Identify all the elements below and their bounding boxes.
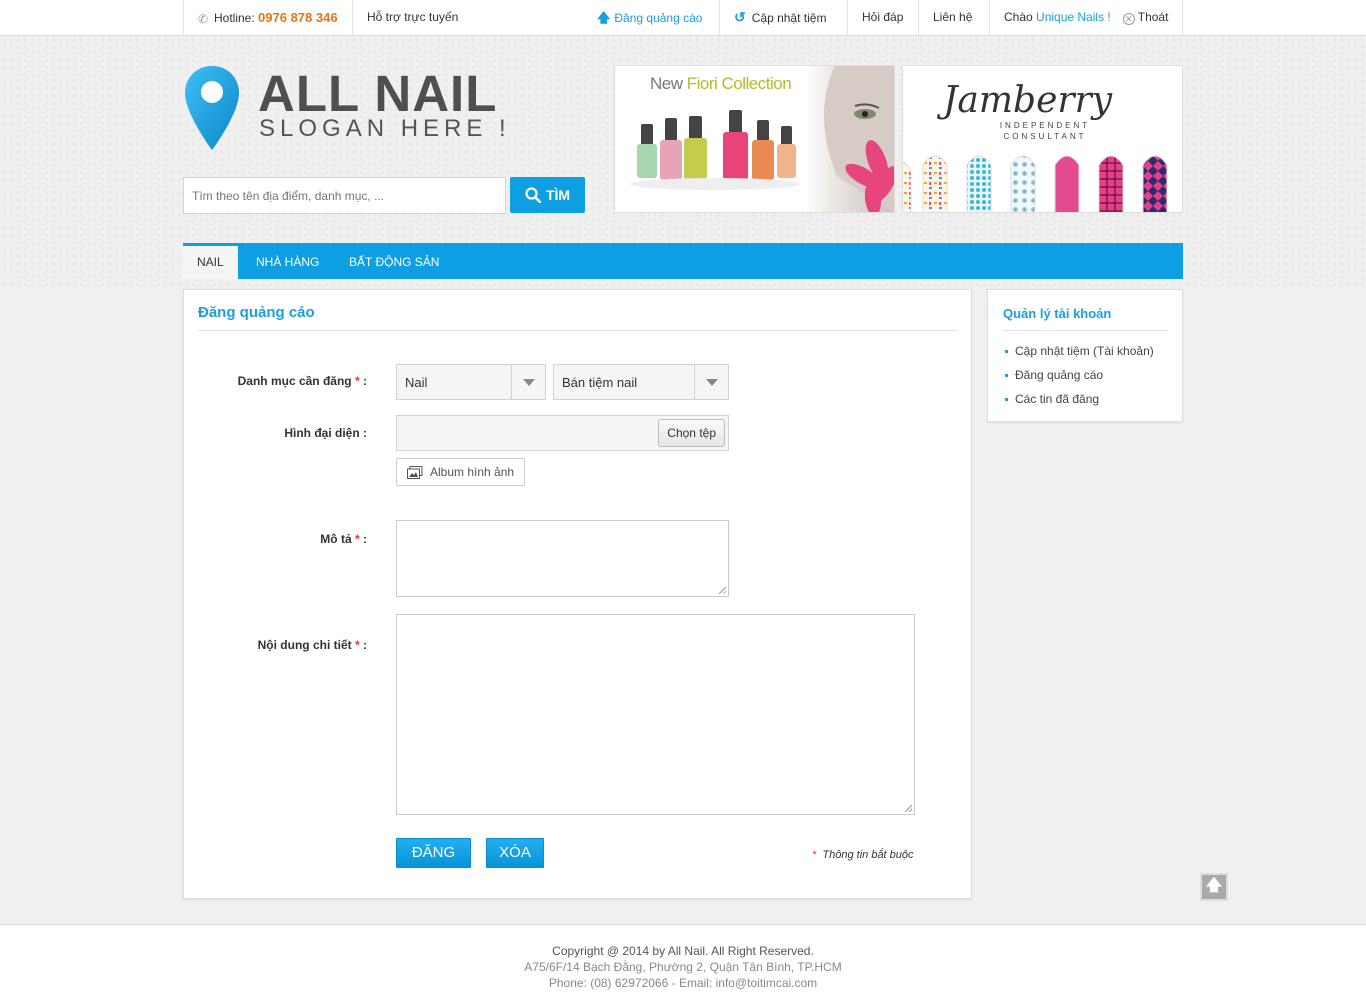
subcategory-select[interactable]: Bán tiệm nail (553, 364, 729, 400)
update-store-link[interactable]: ↺ Cập nhật tiệm (719, 0, 840, 35)
post-ad-link[interactable]: 🡅 Đăng quảng cáo (583, 0, 716, 35)
back-to-top-button[interactable]: 🡅 (1200, 873, 1228, 901)
faq-link[interactable]: Hỏi đáp (847, 0, 917, 35)
logo-title[interactable]: ALL NAIL (258, 66, 497, 122)
sidebar-link-post-ad[interactable]: Đăng quảng cáo (1004, 368, 1103, 382)
required-note-text: Thông tin bắt buộc (822, 849, 914, 861)
search-button[interactable]: TÌM (510, 177, 585, 213)
choose-file-button[interactable]: Chọn tệp (658, 419, 725, 447)
post-ad-form-panel: Đăng quảng cáo Danh mục cần đăng * : Nai… (183, 289, 972, 899)
banner-jamberry[interactable]: Jamberry INDEPENDENT CONSULTANT (902, 65, 1183, 213)
nav-item-nail[interactable]: NAIL (183, 243, 238, 279)
divider (198, 330, 957, 331)
avatar-file-input[interactable]: Chọn tệp (396, 415, 729, 451)
nail-wraps-image (903, 151, 1182, 212)
banner-fiori-collection[interactable]: New Fiori Collection (614, 65, 895, 213)
label-colon: : (363, 374, 367, 388)
contact-link[interactable]: Liên hệ (918, 0, 986, 35)
detail-textarea[interactable] (396, 614, 915, 815)
nav-item-restaurant[interactable]: NHÀ HÀNG (242, 243, 333, 279)
required-mark: * (354, 374, 360, 388)
avatar-label: Hình đại diện : (284, 426, 367, 440)
greeting-text: Chào (1004, 10, 1033, 24)
support-link[interactable]: Hỗ trợ trực tuyến (352, 0, 472, 35)
category-select[interactable]: Nail (396, 364, 546, 400)
album-button[interactable]: Album hình ảnh (396, 458, 525, 486)
subcategory-select-value: Bán tiệm nail (562, 375, 638, 390)
sidebar-link-posted-ads[interactable]: Các tin đã đăng (1004, 392, 1099, 406)
footer-contact: Phone: (08) 62972066 - Email: info@toiti… (548, 976, 818, 990)
logo-slogan: SLOGAN HERE ! (259, 115, 511, 142)
album-icon (407, 466, 423, 479)
divider (1003, 330, 1168, 331)
hotline: ✆ Hotline: 0976 878 346 (183, 0, 352, 35)
upload-arrow-icon: 🡅 (597, 10, 611, 25)
chevron-down-icon (511, 365, 545, 399)
jamberry-subtitle: INDEPENDENT CONSULTANT (999, 121, 1091, 141)
footer-copyright: Copyright @ 2014 by All Nail. All Right … (552, 944, 814, 958)
chevron-down-icon (694, 365, 728, 399)
footer-address: A75/6F/14 Bạch Đằng, Phường 2, Quận Tân … (524, 960, 842, 974)
update-store-label: Cập nhật tiệm (751, 11, 827, 25)
description-label-text: Mô tả (320, 532, 352, 546)
map-pin-logo-icon (185, 66, 239, 150)
category-select-value: Nail (405, 375, 428, 390)
footer: Copyright @ 2014 by All Nail. All Right … (0, 924, 1366, 1002)
description-textarea[interactable] (396, 520, 729, 597)
category-label-text: Danh mục cần đăng (237, 374, 352, 388)
sidebar-title: Quản lý tài khoản (1003, 306, 1112, 321)
top-bar: ✆ Hotline: 0976 878 346 Hỗ trợ trực tuyến… (0, 0, 1366, 36)
detail-label-text: Nội dung chi tiết (257, 638, 352, 652)
username-link[interactable]: Unique Nails ! (1036, 10, 1111, 24)
jamberry-logo: Jamberry (943, 80, 1113, 121)
required-mark: * (354, 532, 360, 546)
hotline-label: Hotline: (214, 11, 255, 25)
nail-polish-bottles-image (630, 66, 894, 212)
album-button-label: Album hình ảnh (430, 465, 515, 479)
detail-label: Nội dung chi tiết * : (184, 638, 367, 652)
user-greeting: Chào Unique Nails ! ✕ Thoát (989, 0, 1184, 35)
logout-link[interactable]: Thoát (1138, 10, 1169, 24)
required-mark: * (354, 638, 360, 652)
label-colon: : (363, 638, 367, 652)
post-ad-label: Đăng quảng cáo (614, 11, 703, 25)
arrow-up-icon: 🡅 (1205, 877, 1223, 894)
nav-item-real-estate[interactable]: BẤT ĐỘNG SẢN (335, 243, 453, 279)
hotline-number: 0976 878 346 (258, 10, 338, 25)
label-colon: : (363, 532, 367, 546)
close-circle-icon: ✕ (1122, 13, 1135, 25)
main-nav: NAIL NHÀ HÀNG BẤT ĐỘNG SẢN (183, 243, 1183, 279)
clear-button[interactable]: XÓA (486, 838, 544, 868)
sidebar-link-update-store[interactable]: Cập nhật tiệm (Tài khoản) (1005, 344, 1154, 358)
phone-icon: ✆ (198, 12, 209, 26)
required-note: * Thông tin bắt buộc (812, 849, 914, 861)
submit-button[interactable]: ĐĂNG (396, 838, 471, 868)
required-mark: * (812, 849, 817, 861)
search-button-label: TÌM (545, 187, 571, 203)
search-input[interactable] (183, 177, 506, 214)
form-title: Đăng quảng cáo (198, 304, 315, 321)
account-sidebar: Quản lý tài khoản Cập nhật tiệm (Tài kho… (987, 289, 1183, 422)
refresh-icon: ↺ (734, 9, 746, 25)
description-label: Mô tả * : (184, 532, 367, 546)
category-label: Danh mục cần đăng * : (184, 374, 367, 388)
search-icon (525, 187, 542, 204)
